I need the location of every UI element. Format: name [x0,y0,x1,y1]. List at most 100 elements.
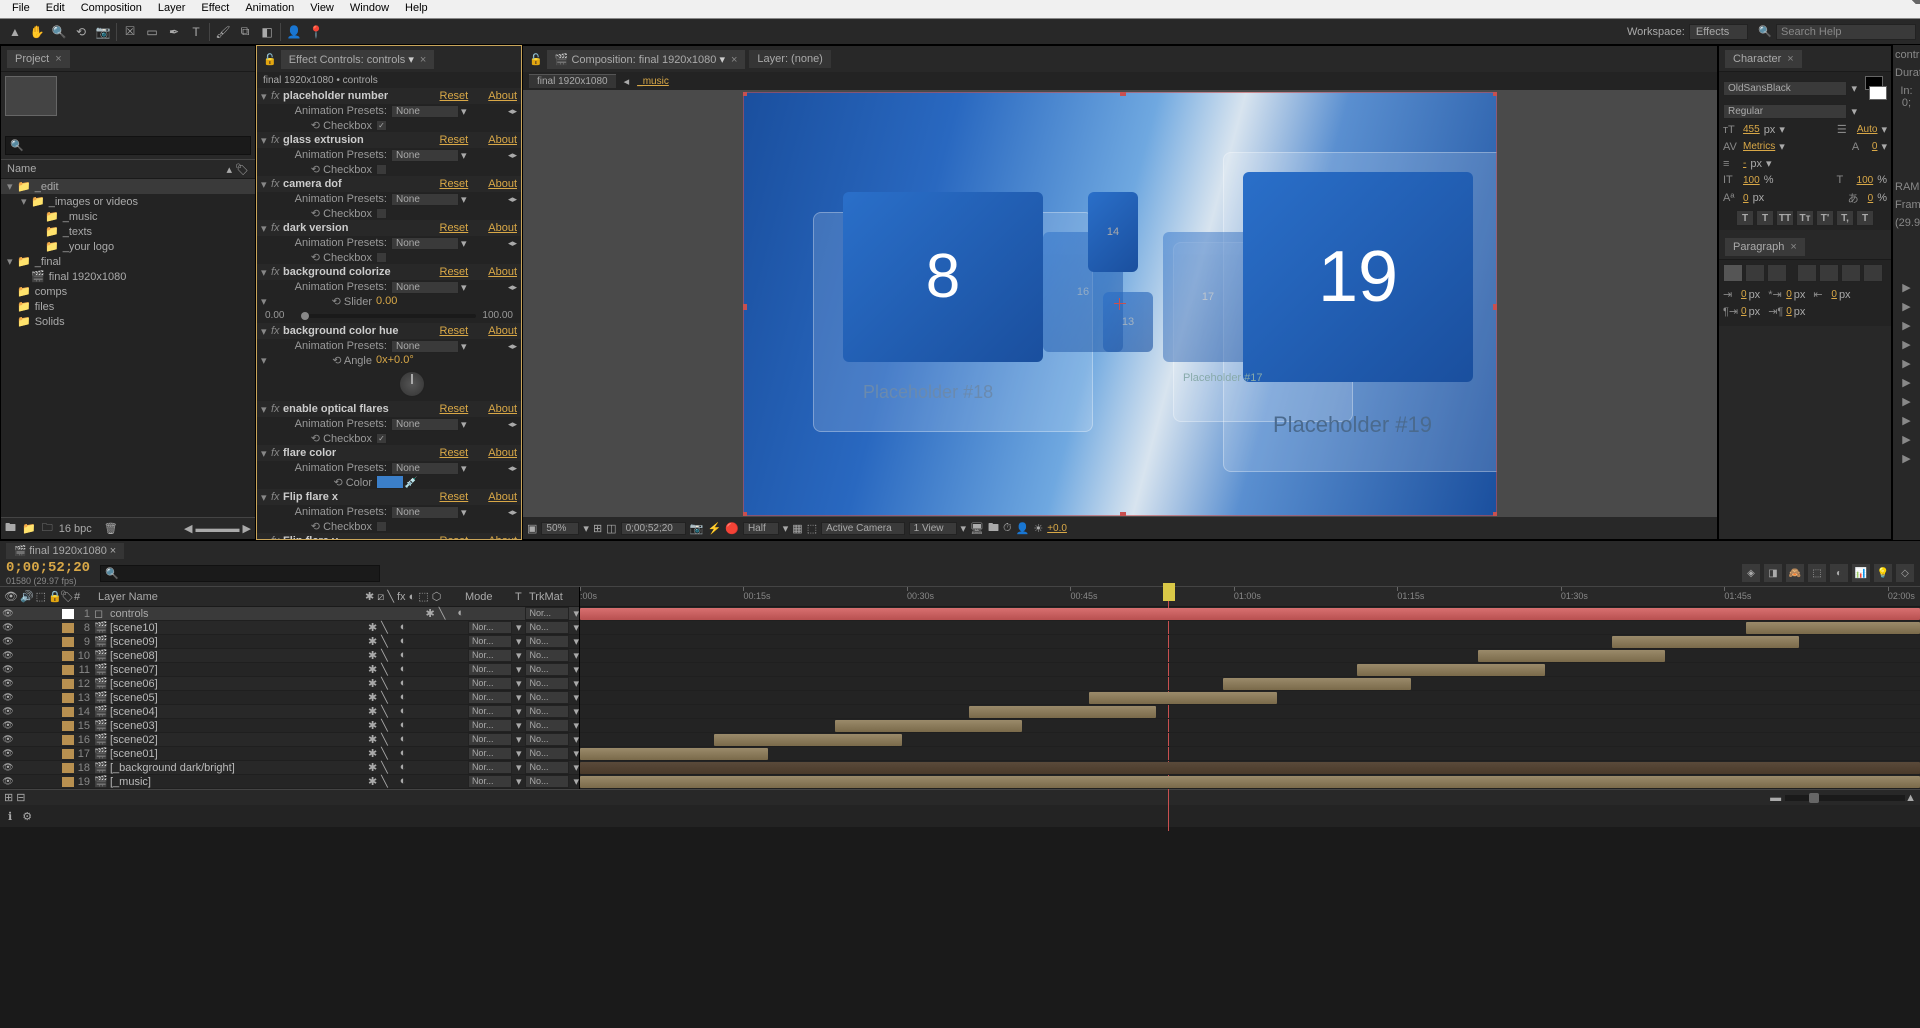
track-row[interactable] [580,607,1920,621]
about-link[interactable]: About [488,178,517,190]
menu-help[interactable]: Help [397,0,436,18]
project-tree[interactable]: ▾📁_edit▾📁_images or videos📁_music📁_texts… [1,179,255,517]
char-style-button[interactable]: T' [1816,210,1834,226]
justify-left-button[interactable] [1797,264,1817,282]
timeline-zoom-slider[interactable] [1785,795,1905,801]
layer-bar[interactable] [580,608,1920,620]
tracking-value[interactable]: 0 [1872,141,1878,152]
menu-file[interactable]: File [4,0,38,18]
layer-bar[interactable] [580,776,1920,788]
layer-tab[interactable]: Layer: (none) [749,50,830,68]
project-search[interactable]: 🔍 [5,136,251,155]
timecode-display[interactable]: 0;00;52;20 [6,560,90,576]
effect-controls-tab[interactable]: Effect Controls: controls ▾× [281,50,435,69]
rect-tool[interactable]: ▭ [141,21,163,43]
fx-group-placeholder-number[interactable]: ▾fxplaceholder numberResetAbout [257,88,521,104]
exposure-icon[interactable]: ☀ [1033,522,1043,535]
project-item[interactable]: ▾📁_edit [1,179,255,194]
eraser-tool[interactable]: ◧ [256,21,278,43]
font-family-dropdown[interactable]: OldSansBlack [1723,81,1847,96]
checkbox[interactable] [376,208,387,219]
region-icon[interactable]: ▣ [527,522,537,535]
toggle-switches-icon[interactable]: ⊞ ⊟ [4,791,26,804]
layer-row[interactable]: 👁14🎬[scene04]✱╲◐Nor...▾No...▾ [0,705,579,719]
track-row[interactable] [580,733,1920,747]
project-item[interactable]: 📁files [1,299,255,314]
clone-tool[interactable]: ⧉ [234,21,256,43]
new-folder-icon[interactable]: 📁 [22,522,36,535]
menu-window[interactable]: Window [342,0,397,18]
reset-link[interactable]: Reset [440,90,469,102]
fx-group-flare-color[interactable]: ▾fxflare colorResetAbout [257,445,521,461]
char-style-button[interactable]: T, [1836,210,1854,226]
layer-row[interactable]: 👁11🎬[scene07]✱╲◐Nor...▾No...▾ [0,663,579,677]
layer-row[interactable]: 👁19🎬[_music]✱╲◐Nor...▾No...▾ [0,775,579,789]
col-name[interactable]: Name [7,163,36,175]
checkbox[interactable] [376,164,387,175]
slider-value[interactable]: 0.00 [376,295,397,307]
menu-animation[interactable]: Animation [237,0,302,18]
shy-icon[interactable]: 🙈 [1786,564,1804,582]
about-link[interactable]: About [488,403,517,415]
layer-bar[interactable] [1357,664,1545,676]
about-link[interactable]: About [488,266,517,278]
rotation-tool[interactable]: ⟲ [70,21,92,43]
presets-dropdown[interactable]: None [391,506,459,519]
justify-all-button[interactable] [1863,264,1883,282]
about-link[interactable]: About [488,447,517,459]
comp-lock-icon[interactable]: 🔓 [529,53,543,66]
project-item[interactable]: 📁_texts [1,224,255,239]
leading-value[interactable]: Auto [1857,124,1878,135]
slider-track[interactable] [301,314,476,318]
project-item[interactable]: 📁_music [1,209,255,224]
reset-link[interactable]: Reset [440,222,469,234]
camera-dropdown[interactable]: Active Camera [821,522,905,535]
camera-tool[interactable]: 📷 [92,21,114,43]
about-link[interactable]: About [488,325,517,337]
menu-composition[interactable]: Composition [73,0,150,18]
presets-dropdown[interactable]: None [391,340,459,353]
fx-group-camera-dof[interactable]: ▾fxcamera dofResetAbout [257,176,521,192]
info-icon[interactable]: ℹ [8,810,12,823]
zoom-out-icon[interactable]: ▬ [1770,792,1781,804]
font-style-dropdown[interactable]: Regular [1723,104,1847,119]
align-right-button[interactable] [1767,264,1787,282]
brush-tool[interactable]: 🖌 [212,21,234,43]
view-dropdown[interactable]: 1 View [909,522,957,535]
track-row[interactable] [580,635,1920,649]
presets-dropdown[interactable]: None [391,418,459,431]
brainstorm-icon[interactable]: 💡 [1874,564,1892,582]
about-link[interactable]: About [488,491,517,503]
eyedropper-icon[interactable]: 💉 [404,476,418,489]
track-row[interactable] [580,719,1920,733]
fx-group-background-colorize[interactable]: ▾fxbackground colorizeResetAbout [257,264,521,280]
graph-icon[interactable]: 📊 [1852,564,1870,582]
autokey-icon[interactable]: ◇ [1896,564,1914,582]
pan-behind-tool[interactable]: ⮽ [119,21,141,43]
new-comp-icon[interactable]: 🗀 [42,519,53,538]
reset-link[interactable]: Reset [440,178,469,190]
project-item[interactable]: 📁Solids [1,314,255,329]
layer-bar[interactable] [1746,622,1920,634]
track-row[interactable] [580,691,1920,705]
justify-right-button[interactable] [1841,264,1861,282]
checkbox[interactable] [376,521,387,532]
align-center-button[interactable] [1745,264,1765,282]
menu-edit[interactable]: Edit [38,0,73,18]
about-link[interactable]: About [488,134,517,146]
menu-layer[interactable]: Layer [150,0,194,18]
presets-dropdown[interactable]: None [391,237,459,250]
reset-link[interactable]: Reset [440,403,469,415]
composition-tab[interactable]: 🎬 Composition: final 1920x1080 ▾× [547,50,746,69]
workspace-dropdown[interactable]: Effects [1689,24,1748,40]
kerning-value[interactable]: Metrics [1743,141,1775,152]
track-row[interactable] [580,621,1920,635]
timeline-search[interactable]: 🔍 [100,565,380,582]
project-item[interactable]: ▾📁_final [1,254,255,269]
frameblend-icon[interactable]: ⬚ [1808,564,1826,582]
track-row[interactable] [580,677,1920,691]
about-link[interactable]: About [488,222,517,234]
char-style-button[interactable]: T [1756,210,1774,226]
zoom-dropdown[interactable]: 50% [541,522,579,535]
fx-group-enable-optical-flares[interactable]: ▾fxenable optical flaresResetAbout [257,401,521,417]
